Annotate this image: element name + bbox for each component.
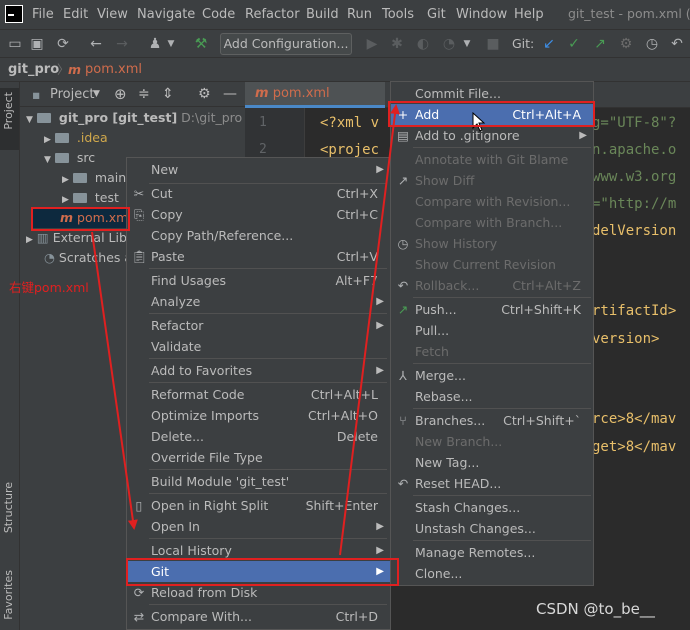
annotation-arrows	[91, 104, 400, 556]
arrow-to-add	[339, 104, 400, 556]
watermark: CSDN @to_be__	[536, 600, 655, 618]
arrow-to-git	[91, 231, 138, 530]
annotation-right-click: 右键pom.xml	[9, 280, 89, 295]
